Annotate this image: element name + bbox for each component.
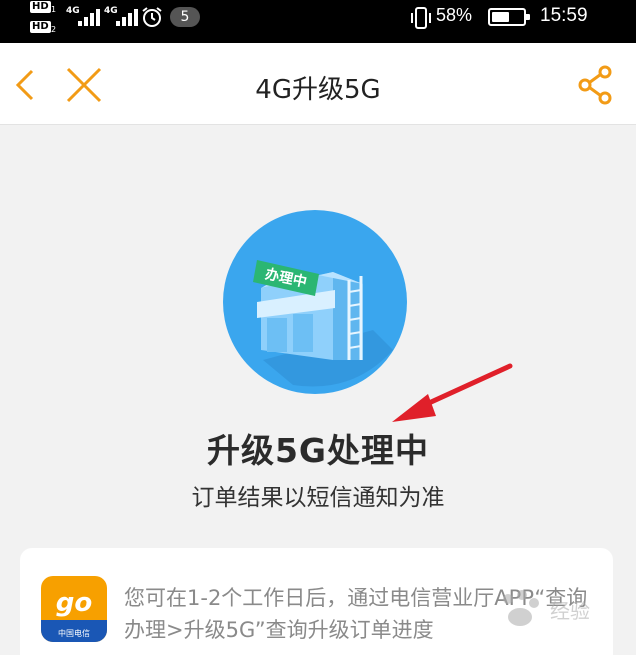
red-arrow-annotation [392, 363, 513, 422]
page-title: 4G升级5G [255, 75, 381, 105]
battery-percent: 58% [436, 5, 473, 25]
app-icon-sub-label: 中国电信 [58, 629, 90, 638]
navigation-bar: 4G升级5G [0, 43, 636, 125]
vibrate-icon [411, 7, 431, 29]
paw-logo-icon [503, 590, 539, 626]
hd-label: HD [30, 21, 51, 33]
hd-voice-2-indicator: HD 2 [30, 21, 56, 36]
battery-level-fill [492, 12, 509, 22]
status-title: 升级5G处理中 [206, 431, 430, 470]
hd-voice-1-indicator: HD 1 [30, 1, 56, 16]
status-bar-right: 58% 15:59 [410, 0, 600, 43]
hd-sim-number: 1 [51, 5, 57, 14]
status-subtitle: 订单结果以短信通知为准 [191, 485, 445, 511]
watermark-text: 经验 [550, 599, 590, 623]
status-bar: HD 1 HD 2 4G 4G 5 58% 15:59 [0, 0, 636, 43]
app-icon-label: go [55, 588, 93, 618]
alarm-icon [142, 7, 162, 27]
clock: 15:59 [540, 5, 588, 26]
hd-sim-number: 2 [51, 25, 57, 34]
watermark: 经验 [494, 589, 614, 639]
battery-icon [488, 8, 530, 26]
telecom-app-icon: go 中国电信 [41, 576, 107, 642]
share-button[interactable] [574, 63, 618, 107]
store-processing-illustration: 办理中 [223, 210, 407, 394]
notification-count-badge: 5 [170, 7, 200, 27]
share-icon [578, 65, 612, 105]
hd-label: HD [30, 1, 51, 13]
